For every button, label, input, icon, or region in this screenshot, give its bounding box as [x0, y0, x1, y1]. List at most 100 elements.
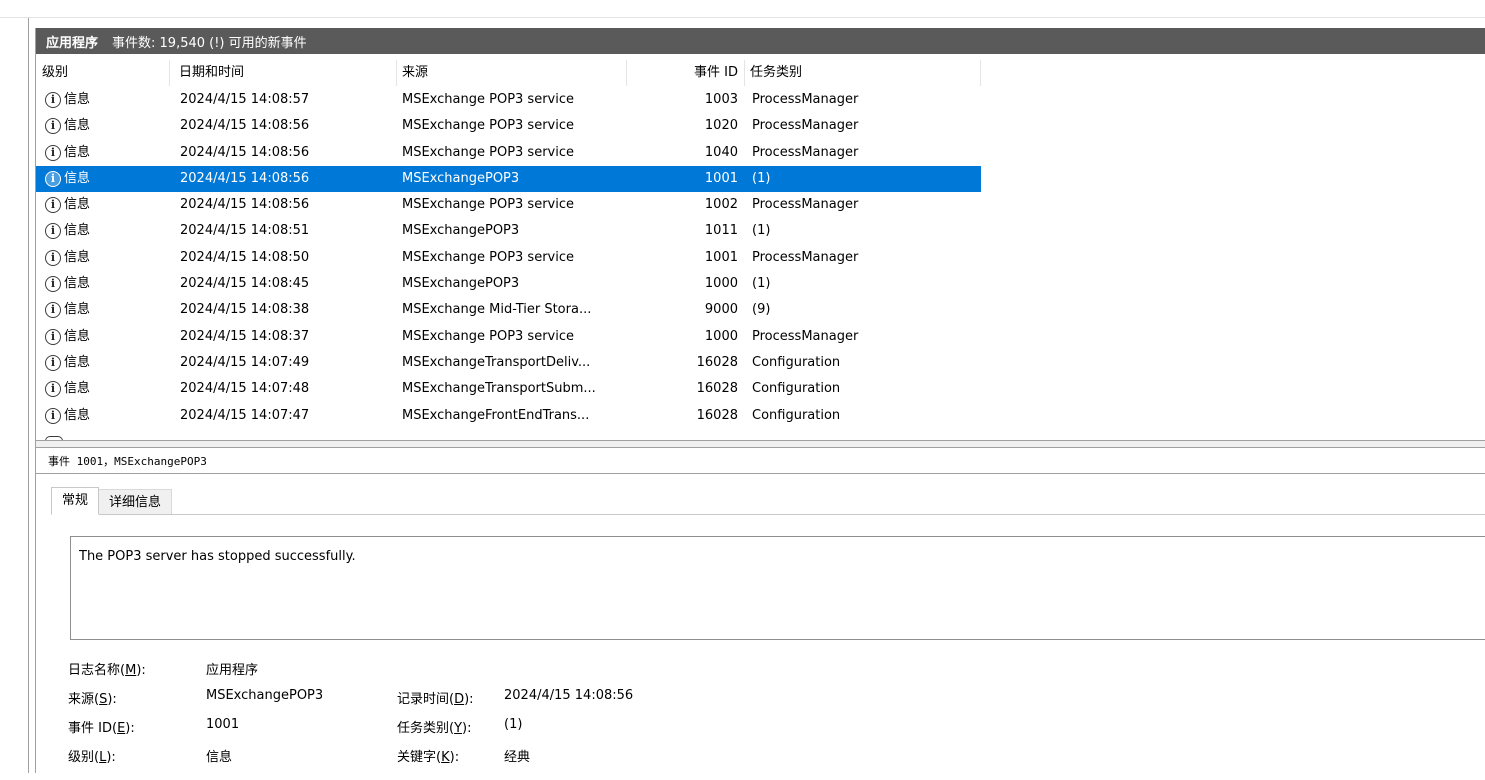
table-row[interactable]: i 信息 2024/4/15 14:08:50 MSExchange POP3 ser…	[36, 245, 981, 271]
column-header-level[interactable]: 级别	[38, 60, 170, 86]
event-level: i 信息	[45, 218, 177, 244]
event-rows: i 信息 2024/4/15 14:08:57 MSExchange POP3 ser…	[36, 87, 981, 429]
event-date: 2024/4/15 14:08:56	[180, 197, 310, 213]
keywords-label: 关键字(K):	[397, 750, 460, 765]
event-level-text: 信息	[64, 197, 91, 213]
event-source: MSExchange POP3 service	[402, 197, 575, 213]
event-source: MSExchange POP3 service	[402, 144, 575, 160]
pane-splitter[interactable]	[36, 440, 1485, 448]
event-task-category: ProcessManager	[752, 249, 859, 265]
event-level: i 信息	[45, 403, 177, 429]
event-date: 2024/4/15 14:08:51	[180, 223, 310, 239]
event-date: 2024/4/15 14:08:38	[180, 302, 310, 318]
event-level-text: 信息	[64, 249, 91, 265]
event-source: MSExchangeTransportSubm...	[402, 381, 596, 397]
event-level: i 信息	[45, 376, 177, 402]
event-id: 1040	[704, 144, 738, 160]
event-description-box[interactable]: The POP3 server has stopped successfully…	[70, 536, 1485, 640]
info-icon: i	[45, 328, 61, 345]
event-id: 16028	[696, 381, 738, 397]
table-row[interactable]: i 信息 2024/4/15 14:07:49 MSExchangeTransport…	[36, 350, 981, 376]
event-level: i 信息	[45, 350, 177, 376]
event-level: i 信息	[45, 245, 177, 271]
info-icon: i	[45, 197, 61, 214]
task-category-label: 任务类别(Y):	[397, 721, 472, 736]
event-id-value: 1001	[206, 717, 240, 732]
event-list-header: 级别 日期和时间 来源 事件 ID 任务类别	[36, 60, 981, 86]
column-header-source[interactable]: 来源	[398, 60, 627, 86]
table-row[interactable]: i 信息 2024/4/15 14:08:57 MSExchange POP3 ser…	[36, 87, 981, 113]
table-row[interactable]: i 信息 2024/4/15 14:08:51 MSExchangePOP3 1011 (…	[36, 218, 981, 244]
event-level: i 信息	[45, 166, 177, 192]
event-date: 2024/4/15 14:08:56	[180, 144, 310, 160]
event-task-category: (9)	[752, 302, 771, 318]
info-icon: i	[45, 354, 61, 371]
event-level: i 信息	[45, 324, 177, 350]
console-tree-pane[interactable]	[0, 18, 29, 773]
event-source: MSExchange POP3 service	[402, 92, 575, 107]
event-level-text: 信息	[64, 92, 91, 107]
panel-title-bar: 应用程序 事件数: 19,540 (!) 可用的新事件	[36, 28, 1485, 54]
event-description-text: The POP3 server has stopped successfully…	[79, 549, 356, 564]
event-task-category: ProcessManager	[752, 118, 859, 134]
event-date: 2024/4/15 14:08:50	[180, 249, 310, 265]
column-header-date[interactable]: 日期和时间	[175, 60, 397, 86]
event-level-text: 信息	[64, 144, 91, 160]
event-properties: 日志名称(M): 应用程序 来源(S): MSExchangePOP3 记录时间…	[36, 650, 1485, 780]
event-id: 1011	[704, 223, 738, 239]
detail-tabs: 常规 详细信息	[51, 487, 173, 515]
event-list[interactable]: 级别 日期和时间 来源 事件 ID 任务类别 i 信息 2024/4/15 14:0…	[36, 60, 1485, 468]
table-row[interactable]: i 信息 2024/4/15 14:07:47 MSExchangeFrontEndT…	[36, 403, 981, 429]
event-task-category: ProcessManager	[752, 197, 859, 213]
event-source: MSExchange POP3 service	[402, 118, 575, 134]
table-row[interactable]: i 信息 2024/4/15 14:08:56 MSExchange POP3 ser…	[36, 140, 981, 166]
table-row[interactable]: i 信息 2024/4/15 14:08:38 MSExchange Mid-Tier…	[36, 297, 981, 323]
table-row[interactable]: i 信息 2024/4/15 14:08:56 MSExchange POP3 ser…	[36, 113, 981, 139]
keywords-value: 经典	[504, 750, 531, 765]
event-task-category: Configuration	[752, 381, 841, 397]
event-task-category: Configuration	[752, 407, 841, 423]
table-row[interactable]: i 信息 2024/4/15 14:08:37 MSExchange POP3 ser…	[36, 324, 981, 350]
event-id: 1000	[704, 276, 738, 292]
info-icon: i	[45, 302, 61, 319]
info-icon: i	[45, 92, 61, 108]
info-icon: i	[45, 170, 61, 187]
info-icon: i	[45, 276, 61, 293]
logged-label: 记录时间(D):	[397, 692, 474, 707]
event-level: i 信息	[45, 297, 177, 323]
event-level-text: 信息	[64, 328, 91, 344]
event-level-text: 信息	[64, 276, 91, 292]
event-level: i 信息	[45, 192, 177, 218]
event-id: 16028	[696, 354, 738, 370]
table-row[interactable]: i 信息 2024/4/15 14:08:56 MSExchange POP3 ser…	[36, 192, 981, 218]
logged-value: 2024/4/15 14:08:56	[504, 688, 634, 703]
event-source: MSExchangePOP3	[402, 276, 520, 292]
event-source: MSExchange POP3 service	[402, 249, 575, 265]
source-value: MSExchangePOP3	[206, 688, 324, 703]
table-row[interactable]: i 信息 2024/4/15 14:08:56 MSExchangePOP3 1001(…	[36, 165, 981, 193]
tab-general[interactable]: 常规	[51, 487, 100, 515]
top-border	[0, 17, 1485, 18]
event-date: 2024/4/15 14:08:37	[180, 328, 310, 344]
event-level-text: 信息	[64, 354, 91, 370]
column-header-event-id[interactable]: 事件 ID	[628, 60, 745, 86]
tab-details[interactable]: 详细信息	[99, 489, 173, 515]
event-source: MSExchangeFrontEndTrans...	[402, 407, 590, 423]
event-task-category: ProcessManager	[752, 144, 859, 160]
log-name-title: 应用程序	[46, 35, 99, 51]
event-date: 2024/4/15 14:08:56	[180, 170, 310, 186]
event-source: MSExchangePOP3	[402, 223, 520, 239]
table-row[interactable]: i 信息 2024/4/15 14:08:45 MSExchangePOP3 1000(…	[36, 271, 981, 297]
log-name-value: 应用程序	[206, 663, 259, 678]
column-header-task-category[interactable]: 任务类别	[746, 60, 981, 86]
event-id: 1002	[704, 197, 738, 213]
info-icon: i	[45, 249, 61, 266]
event-date: 2024/4/15 14:08:57	[180, 92, 310, 107]
event-level: i 信息	[45, 271, 177, 297]
table-row[interactable]: i 信息 2024/4/15 14:07:48 MSExchangeTransport…	[36, 376, 981, 402]
event-task-category: (1)	[752, 223, 771, 239]
event-id: 1000	[704, 328, 738, 344]
level-label: 级别(L):	[68, 750, 116, 765]
event-level-text: 信息	[64, 381, 91, 397]
info-icon: i	[45, 223, 61, 240]
